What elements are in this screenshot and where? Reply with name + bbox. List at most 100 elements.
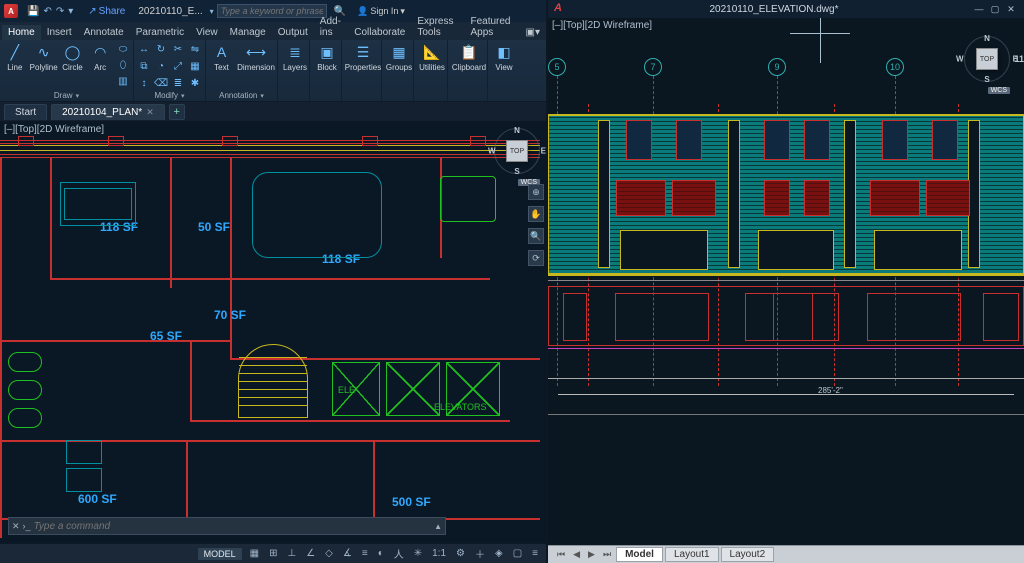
cmd-close-icon[interactable]: ✕ <box>12 521 20 532</box>
fillet-icon[interactable]: ◔ <box>154 59 168 73</box>
cmd-dropdown-icon[interactable]: ▲ <box>434 522 442 531</box>
viewport-label-left[interactable]: [–][Top][2D Wireframe] <box>4 124 104 135</box>
sheet-tab-model[interactable]: Model <box>616 547 663 562</box>
ribbon-group-layers[interactable]: ≣Layers <box>278 40 310 101</box>
arc-button[interactable]: ◠Arc <box>88 42 112 72</box>
osnap-icon[interactable]: ◇ <box>323 548 335 559</box>
offset-icon[interactable]: ≣ <box>171 76 185 90</box>
viewcube-w[interactable]: W <box>488 147 496 156</box>
otrack-icon[interactable]: ∡ <box>341 548 354 559</box>
draw-sm-2-icon[interactable]: ⬯ <box>116 58 130 72</box>
ribbon-group-properties[interactable]: ☰Properties <box>342 40 382 101</box>
viewcube-top[interactable]: TOP <box>507 141 527 161</box>
gear-icon[interactable]: ⚙ <box>454 548 467 559</box>
viewcube-n-r[interactable]: N <box>984 34 990 43</box>
file-tab-plan[interactable]: 20210104_PLAN*✕ <box>51 104 165 120</box>
tab-next-icon[interactable]: ▶ <box>585 549 598 560</box>
viewcube-right[interactable]: N S W E TOP 11 WCS <box>964 36 1010 82</box>
ribbon-group-utilities[interactable]: 📐Utilities <box>414 40 448 101</box>
ribbon-group-block[interactable]: ▣Block <box>310 40 342 101</box>
keyword-search[interactable] <box>217 4 327 18</box>
mirror-icon[interactable]: ⇋ <box>188 42 202 56</box>
move-icon[interactable]: ↔ <box>137 42 151 56</box>
sign-in-button[interactable]: 👤 Sign In ▾ <box>357 6 405 17</box>
customize-icon[interactable]: ≡ <box>530 548 540 559</box>
close-button[interactable]: ✕ <box>1004 3 1018 15</box>
scale-icon[interactable]: ⤢ <box>171 59 185 73</box>
ribbon-group-clipboard[interactable]: 📋Clipboard <box>448 40 488 101</box>
tab-view[interactable]: View <box>190 25 224 40</box>
viewcube-s[interactable]: S <box>514 167 519 176</box>
anno-scale-icon[interactable]: ✳ <box>412 548 424 559</box>
viewcube-s-r[interactable]: S <box>984 75 989 84</box>
trim-icon[interactable]: ✂ <box>171 42 185 56</box>
nav-zoom-icon[interactable]: 🔍 <box>528 228 544 244</box>
app-icon[interactable]: A <box>4 4 18 18</box>
snap-icon[interactable]: ⊞ <box>267 548 279 559</box>
ribbon-group-groups[interactable]: ▦Groups <box>382 40 414 101</box>
maximize-button[interactable]: ▢ <box>988 3 1002 15</box>
file-tab-start[interactable]: Start <box>4 104 47 120</box>
viewcube-w-r[interactable]: W <box>956 55 964 64</box>
tab-home[interactable]: Home <box>2 25 41 40</box>
tab-first-icon[interactable]: ⏮ <box>554 549 568 560</box>
anno-icon[interactable]: 人 <box>392 546 406 561</box>
app-icon-right[interactable]: A <box>554 2 568 16</box>
viewcube-e[interactable]: E <box>541 147 546 156</box>
tab-extra-icon[interactable]: ▣▾ <box>520 25 546 40</box>
close-tab-icon[interactable]: ✕ <box>146 107 154 118</box>
polyline-button[interactable]: ∿Polyline <box>31 42 57 72</box>
wcs-badge-r[interactable]: WCS <box>988 87 1010 94</box>
tab-last-icon[interactable]: ⏭ <box>600 549 614 560</box>
tab-insert[interactable]: Insert <box>41 25 78 40</box>
share-button[interactable]: ↗ Share <box>88 6 125 17</box>
sheet-tab-layout2[interactable]: Layout2 <box>721 547 775 562</box>
ortho-icon[interactable]: ⊥ <box>285 548 298 559</box>
viewport-left[interactable]: [–][Top][2D Wireframe] N S W E TOP WCS ⊕… <box>0 122 546 543</box>
model-button[interactable]: MODEL <box>198 548 242 560</box>
tab-parametric[interactable]: Parametric <box>130 25 190 40</box>
iso-icon[interactable]: ◈ <box>493 548 505 559</box>
erase-icon[interactable]: ⌫ <box>154 76 168 90</box>
qat-save-icon[interactable]: 💾 <box>27 6 39 17</box>
plus-icon[interactable]: ＋ <box>473 546 487 561</box>
array-icon[interactable]: ▦ <box>188 59 202 73</box>
command-input[interactable] <box>34 521 432 532</box>
nav-pan-icon[interactable]: ✋ <box>528 206 544 222</box>
nav-wheel-icon[interactable]: ⊕ <box>528 184 544 200</box>
clean-icon[interactable]: ▢ <box>511 548 524 559</box>
nav-orbit-icon[interactable]: ⟳ <box>528 250 544 266</box>
tab-expresstools[interactable]: Express Tools <box>411 14 464 40</box>
new-tab-button[interactable]: + <box>169 104 185 120</box>
qat-undo-icon[interactable]: ↶ <box>43 6 51 17</box>
doc-dropdown-icon[interactable]: ▾ <box>210 7 214 16</box>
transparency-icon[interactable]: ◐ <box>376 548 386 559</box>
grid-icon[interactable]: ▦ <box>248 548 261 559</box>
viewcube-left[interactable]: N S W E TOP WCS <box>494 128 540 174</box>
ribbon-group-view[interactable]: ◧View <box>488 40 518 101</box>
viewport-right[interactable]: [–][Top][2D Wireframe] N S W E TOP 11 WC… <box>548 18 1024 545</box>
explode-icon[interactable]: ✱ <box>188 76 202 90</box>
scale-label[interactable]: 1:1 <box>430 548 448 559</box>
tab-collaborate[interactable]: Collaborate <box>348 25 411 40</box>
stretch-icon[interactable]: ↕ <box>137 76 151 90</box>
command-line[interactable]: ✕ ›_ ▲ <box>8 517 446 535</box>
quick-access-toolbar[interactable]: 💾 ↶ ↷ ▾ <box>27 6 73 17</box>
viewcube-n[interactable]: N <box>514 126 520 135</box>
text-button[interactable]: AText <box>209 42 234 72</box>
draw-sm-1-icon[interactable]: ⬭ <box>116 42 130 56</box>
line-button[interactable]: ╱Line <box>3 42 27 72</box>
circle-button[interactable]: ◯Circle <box>61 42 85 72</box>
sheet-tab-layout1[interactable]: Layout1 <box>665 547 719 562</box>
tab-addins[interactable]: Add-ins <box>314 14 348 40</box>
viewcube-top-r[interactable]: TOP <box>977 49 997 69</box>
draw-sm-3-icon[interactable]: ▥ <box>116 74 130 88</box>
tab-manage[interactable]: Manage <box>224 25 272 40</box>
copy-icon[interactable]: ⧉ <box>137 59 151 73</box>
tab-featuredapps[interactable]: Featured Apps <box>464 14 519 40</box>
tab-annotate[interactable]: Annotate <box>78 25 130 40</box>
qat-dropdown-icon[interactable]: ▾ <box>68 6 73 17</box>
tab-output[interactable]: Output <box>272 25 314 40</box>
polar-icon[interactable]: ∠ <box>304 548 317 559</box>
search-input[interactable] <box>217 4 327 18</box>
